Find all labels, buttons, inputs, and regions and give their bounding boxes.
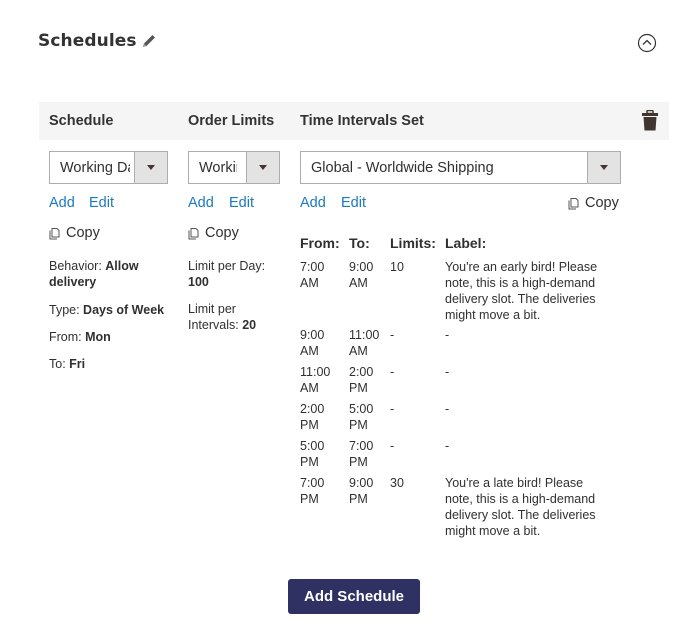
add-schedule-button[interactable]: Add Schedule: [288, 579, 420, 614]
type-label: Type:: [49, 303, 84, 317]
interval-label: You're a late bird! Please note, this is…: [445, 476, 596, 538]
interval-to: 7:00 PM: [349, 439, 374, 469]
interval-from: 2:00 PM: [300, 402, 325, 432]
interval-limits: 30: [390, 476, 404, 490]
limit-per-day: Limit per Day: 100: [188, 258, 283, 290]
interval-limits: -: [390, 365, 395, 379]
interval-from: 7:00 PM: [300, 476, 325, 506]
schedule-behavior: Behavior: Allow delivery: [49, 258, 164, 290]
interval-from: 9:00 AM: [300, 328, 325, 358]
page-title: Schedules: [38, 31, 137, 51]
type-value: Days of Week: [83, 303, 165, 317]
column-header-order-limits: Order Limits: [188, 113, 275, 129]
interval-limits: 10: [390, 260, 404, 274]
schedule-copy-label: Copy: [66, 225, 100, 241]
order-limits-select-value: Working Days: [199, 160, 237, 176]
order-limits-add-link[interactable]: Add: [188, 195, 214, 211]
order-limits-select[interactable]: Working Days: [188, 151, 280, 184]
limit-per-interval-label: Limit per Intervals:: [188, 302, 243, 332]
intervals-header-from: From:: [300, 235, 340, 251]
time-intervals-select-value: Global - Worldwide Shipping: [311, 160, 494, 176]
time-intervals-select[interactable]: Global - Worldwide Shipping: [300, 151, 621, 184]
interval-from: 11:00 AM: [300, 365, 331, 395]
interval-to: 9:00 AM: [349, 260, 374, 290]
schedule-edit-link[interactable]: Edit: [89, 195, 114, 211]
chevron-up-circle-icon[interactable]: [637, 33, 657, 53]
copy-icon: [568, 197, 579, 209]
interval-limits: -: [390, 328, 395, 342]
interval-from: 7:00 AM: [300, 260, 325, 290]
time-intervals-add-link[interactable]: Add: [300, 195, 326, 211]
schedule-to: To: Fri: [49, 356, 85, 372]
intervals-header-limits: Limits:: [390, 235, 436, 251]
interval-label: -: [445, 328, 450, 342]
behavior-label: Behavior:: [49, 259, 106, 273]
time-intervals-dropdown-toggle[interactable]: [587, 152, 620, 183]
from-label: From:: [49, 330, 86, 344]
triangle-down-icon: [147, 165, 155, 170]
schedule-type: Type: Days of Week: [49, 302, 164, 318]
schedule-select[interactable]: Working Days: [49, 151, 168, 184]
interval-limits: -: [390, 439, 395, 453]
column-header-time-intervals: Time Intervals Set: [300, 113, 424, 129]
schedule-select-value: Working Days: [60, 160, 130, 176]
order-limits-edit-link[interactable]: Edit: [229, 195, 254, 211]
to-label: To:: [49, 357, 70, 371]
interval-label: -: [445, 402, 450, 416]
interval-label: -: [445, 439, 450, 453]
limit-per-interval-value: 20: [242, 318, 257, 332]
to-value: Fri: [69, 357, 86, 371]
trash-icon[interactable]: [641, 110, 659, 131]
schedule-from: From: Mon: [49, 329, 111, 345]
interval-to: 2:00 PM: [349, 365, 374, 395]
intervals-header-to: To:: [349, 235, 370, 251]
interval-to: 5:00 PM: [349, 402, 374, 432]
interval-label: -: [445, 365, 450, 379]
interval-label: You're an early bird! Please note, this …: [445, 260, 598, 322]
copy-icon: [188, 227, 199, 239]
interval-to: 9:00 PM: [349, 476, 374, 506]
time-intervals-copy-button[interactable]: Copy: [568, 195, 619, 211]
order-limits-copy-label: Copy: [205, 225, 239, 241]
from-value: Mon: [85, 330, 111, 344]
copy-icon: [49, 227, 60, 239]
triangle-down-icon: [259, 165, 267, 170]
schedule-copy-button[interactable]: Copy: [49, 225, 100, 241]
order-limits-dropdown-toggle[interactable]: [246, 152, 279, 183]
triangle-down-icon: [600, 165, 608, 170]
limit-per-day-label: Limit per Day:: [188, 259, 266, 273]
pencil-icon[interactable]: [141, 33, 157, 49]
limit-per-day-value: 100: [188, 275, 209, 289]
intervals-header-label: Label:: [445, 235, 487, 251]
interval-to: 11:00 AM: [349, 328, 380, 358]
time-intervals-copy-label: Copy: [585, 195, 619, 211]
limit-per-interval: Limit per Intervals: 20: [188, 301, 278, 333]
column-header-schedule: Schedule: [49, 113, 114, 129]
time-intervals-edit-link[interactable]: Edit: [341, 195, 366, 211]
schedule-dropdown-toggle[interactable]: [134, 152, 167, 183]
order-limits-copy-button[interactable]: Copy: [188, 225, 239, 241]
interval-from: 5:00 PM: [300, 439, 325, 469]
interval-limits: -: [390, 402, 395, 416]
schedule-add-link[interactable]: Add: [49, 195, 75, 211]
